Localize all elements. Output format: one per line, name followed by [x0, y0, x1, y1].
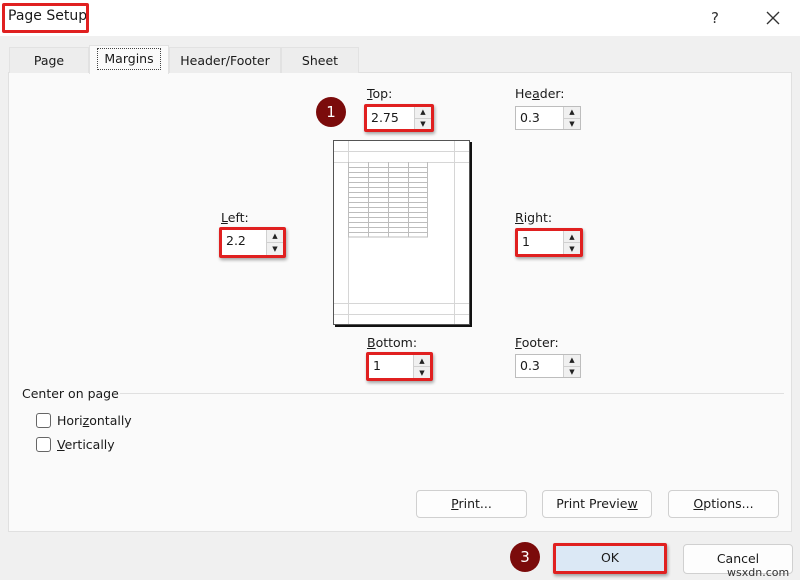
left-margin-spinner[interactable]: 2.2 ▲ ▼: [219, 227, 286, 258]
center-on-page-heading: Center on page: [22, 386, 119, 401]
bottom-spin-up[interactable]: ▲: [414, 355, 430, 367]
horizontally-label[interactable]: Horizontally: [57, 413, 132, 428]
left-label: Left:: [221, 210, 249, 225]
options-button[interactable]: Options...: [668, 490, 779, 518]
preview-table-grid: [348, 162, 428, 238]
footer-label-mnemonic: F: [515, 335, 522, 350]
close-icon: [766, 11, 780, 25]
bottom-margin-spinner[interactable]: 1 ▲ ▼: [366, 352, 433, 381]
right-spin-down[interactable]: ▼: [564, 243, 580, 254]
close-button[interactable]: [760, 5, 786, 31]
header-label-pre: He: [515, 86, 533, 101]
vertically-label-text: ertically: [64, 437, 115, 452]
preview-bottom-margin-line: [334, 303, 469, 304]
footer-spin-up[interactable]: ▲: [564, 355, 580, 367]
watermark-text: wsxdn.com: [727, 566, 790, 579]
print-preview-button[interactable]: Print Preview: [542, 490, 652, 518]
right-label-text: ight:: [523, 210, 553, 225]
print-button[interactable]: Print...: [416, 490, 527, 518]
title-bar: [0, 0, 800, 36]
right-margin-input[interactable]: 1: [518, 231, 563, 254]
bottom-label-text: ottom:: [375, 335, 418, 350]
preview-right-margin-line: [454, 141, 455, 324]
header-margin-input[interactable]: 0.3: [516, 107, 563, 129]
header-label-mnemonic: a: [532, 86, 540, 101]
top-label: Top:: [367, 86, 392, 101]
header-spin-down[interactable]: ▼: [564, 118, 580, 129]
print-label: rint...: [458, 496, 492, 511]
step-1-badge: 1: [316, 97, 346, 127]
left-spin-up[interactable]: ▲: [267, 230, 283, 243]
top-spin-down[interactable]: ▼: [415, 118, 431, 129]
print-preview-label: Print Previe: [556, 496, 628, 511]
vertically-label[interactable]: Vertically: [57, 437, 115, 452]
left-label-text: eft:: [227, 210, 249, 225]
tab-page[interactable]: Page: [9, 47, 89, 73]
vertically-label-mnemonic: V: [57, 437, 65, 452]
tab-header-footer[interactable]: Header/Footer: [169, 47, 281, 73]
horizontally-checkbox[interactable]: [36, 413, 51, 428]
options-label: ptions...: [703, 496, 754, 511]
footer-label: Footer:: [515, 335, 559, 350]
right-label: Right:: [515, 210, 552, 225]
vertically-checkbox[interactable]: [36, 437, 51, 452]
preview-header-line: [334, 151, 469, 152]
ok-button[interactable]: OK: [553, 543, 667, 574]
page-preview: [333, 140, 470, 325]
bottom-spin-down[interactable]: ▼: [414, 367, 430, 378]
preview-footer-line: [334, 314, 469, 315]
right-label-mnemonic: R: [515, 210, 524, 225]
tab-sheet[interactable]: Sheet: [281, 47, 359, 73]
left-spin-down[interactable]: ▼: [267, 243, 283, 255]
options-mnemonic: O: [693, 496, 704, 511]
right-margin-spinner[interactable]: 1 ▲ ▼: [515, 228, 583, 257]
footer-margin-spinner[interactable]: 0.3 ▲ ▼: [515, 354, 581, 378]
header-margin-spinner[interactable]: 0.3 ▲ ▼: [515, 106, 581, 130]
bottom-label-mnemonic: B: [367, 335, 376, 350]
header-label: Header:: [515, 86, 565, 101]
horizontally-label-text: ontally: [89, 413, 132, 428]
title-highlight-box: [2, 3, 89, 33]
left-margin-input[interactable]: 2.2: [222, 230, 266, 255]
left-label-mnemonic: L: [221, 210, 228, 225]
top-spin-up[interactable]: ▲: [415, 107, 431, 119]
tab-margins[interactable]: Margins: [89, 45, 169, 74]
top-margin-input[interactable]: 2.75: [367, 107, 414, 129]
top-margin-spinner[interactable]: 2.75 ▲ ▼: [364, 104, 434, 132]
group-divider: [120, 393, 784, 394]
help-button[interactable]: ?: [702, 6, 728, 30]
header-label-text: der:: [539, 86, 565, 101]
horizontally-label-pre: Hori: [57, 413, 83, 428]
footer-spin-down[interactable]: ▼: [564, 366, 580, 377]
bottom-margin-input[interactable]: 1: [369, 355, 413, 378]
footer-label-text: ooter:: [521, 335, 559, 350]
print-preview-mnemonic: w: [627, 496, 638, 511]
bottom-label: Bottom:: [367, 335, 417, 350]
tab-margins-label: Margins: [97, 48, 161, 70]
header-spin-up[interactable]: ▲: [564, 107, 580, 119]
right-spin-up[interactable]: ▲: [564, 231, 580, 243]
step-3-badge: 3: [510, 542, 540, 572]
top-label-text: op:: [372, 86, 393, 101]
footer-margin-input[interactable]: 0.3: [516, 355, 563, 377]
